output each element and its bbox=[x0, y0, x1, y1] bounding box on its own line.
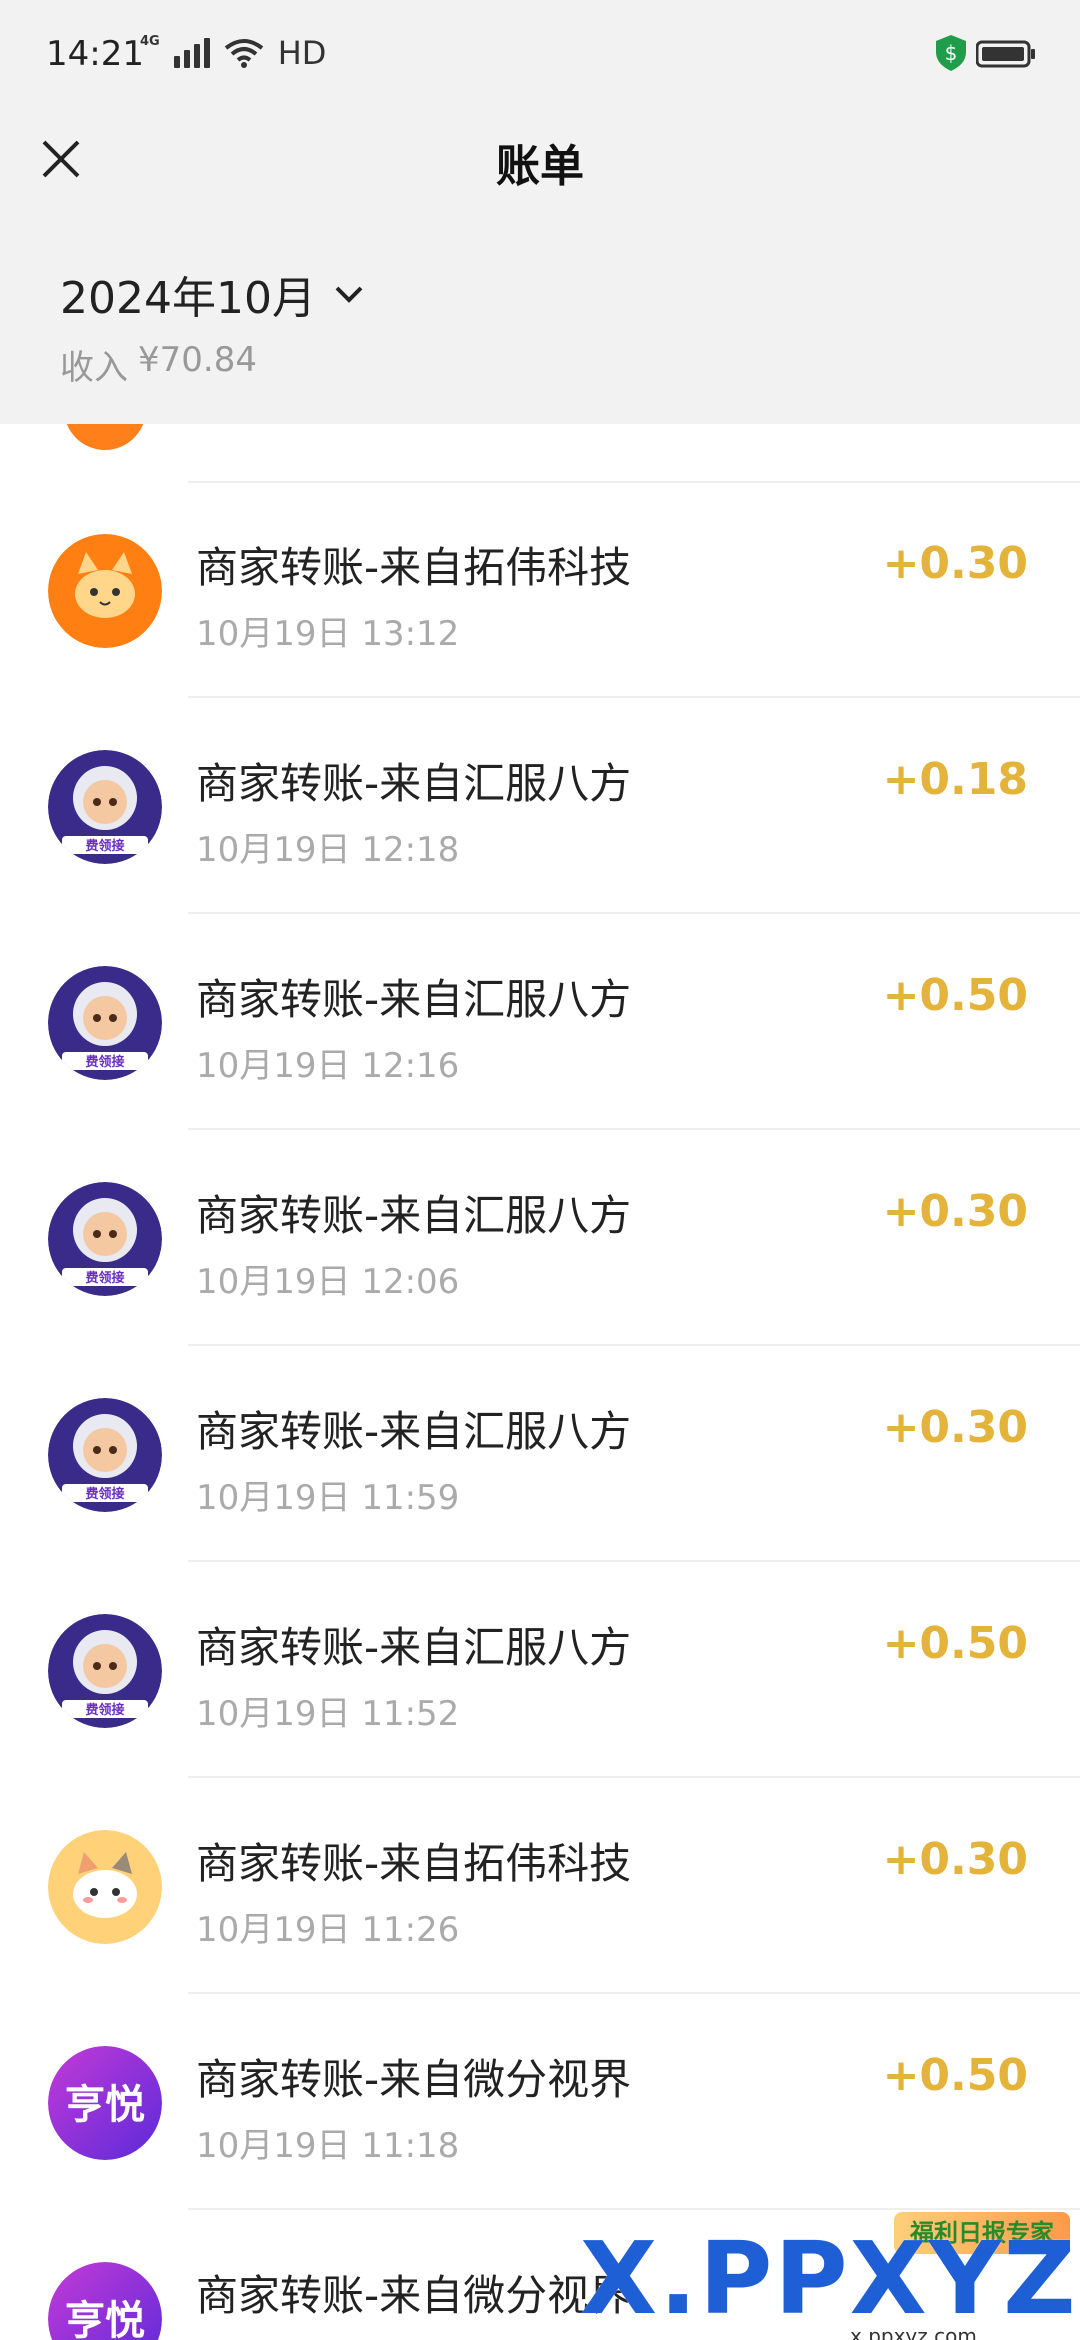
transaction-amount: +0.30 bbox=[882, 1834, 1028, 1885]
astronaut-avatar: 费领接 bbox=[48, 966, 162, 1080]
status-bar: 14:21 4G HD $ bbox=[0, 0, 1080, 108]
transaction-title: 商家转账-来自汇服八方 bbox=[196, 1623, 632, 1672]
income-label: 收入 bbox=[60, 348, 128, 388]
svg-text:费领接: 费领接 bbox=[85, 1486, 124, 1502]
month-summary: 2024年10月 收入 ¥70.84 bbox=[0, 212, 1080, 424]
bill-page: 14:21 4G HD $ 账单 2024年10月 收入 ¥70.84 商家转账… bbox=[0, 0, 1080, 2340]
hd-indicator: HD bbox=[277, 34, 327, 72]
transaction-title: 商家转账-来自汇服八方 bbox=[196, 759, 632, 808]
astronaut-avatar: 费领接 bbox=[48, 750, 162, 864]
transaction-amount: +0.50 bbox=[882, 1618, 1028, 1669]
transaction-title: 商家转账-来自微分视界 bbox=[196, 2271, 632, 2320]
transaction-title: 商家转账-来自拓伟科技 bbox=[196, 1839, 632, 1888]
svg-text:费领接: 费领接 bbox=[85, 1054, 124, 1070]
transaction-amount: +0.18 bbox=[882, 754, 1028, 805]
hengyue-avatar: 亨悦 bbox=[48, 2262, 162, 2340]
month-label: 2024年10月 bbox=[60, 273, 316, 324]
transaction-time: 10月19日 13:12 bbox=[196, 614, 460, 654]
svg-text:费领接: 费领接 bbox=[85, 1270, 124, 1286]
astronaut-avatar: 费领接 bbox=[48, 1182, 162, 1296]
list-item[interactable]: 亨悦 商家转账-来自微分视界 bbox=[0, 2210, 1080, 2340]
transaction-title: 商家转账-来自拓伟科技 bbox=[196, 543, 632, 592]
svg-text:费领接: 费领接 bbox=[85, 838, 124, 854]
list-item[interactable]: 亨悦 商家转账-来自微分视界 10月19日 11:18 +0.50 bbox=[0, 1994, 1080, 2210]
page-title: 账单 bbox=[496, 141, 584, 192]
list-item[interactable]: 费领接 商家转账-来自汇服八方 10月19日 12:18 +0.18 bbox=[0, 698, 1080, 914]
list-item[interactable]: 费领接 商家转账-来自汇服八方 10月19日 11:52 +0.50 bbox=[0, 1562, 1080, 1778]
transaction-title: 商家转账-来自汇服八方 bbox=[196, 975, 632, 1024]
svg-text:费领接: 费领接 bbox=[85, 1702, 124, 1718]
transaction-time: 10月19日 11:52 bbox=[196, 1694, 460, 1734]
transaction-title: 商家转账-来自汇服八方 bbox=[196, 1407, 632, 1456]
transaction-title: 商家转账-来自汇服八方 bbox=[196, 1191, 632, 1240]
transaction-time: 10月19日 12:16 bbox=[196, 1046, 460, 1086]
transaction-list[interactable]: 商家转账-来自拓伟科技 10月19日 13:12 +0.30 费领接 商家转账-… bbox=[0, 424, 1080, 2340]
avatar bbox=[64, 424, 146, 450]
transaction-time: 10月19日 12:18 bbox=[196, 830, 460, 870]
list-item[interactable]: 费领接 商家转账-来自汇服八方 10月19日 12:06 +0.30 bbox=[0, 1130, 1080, 1346]
yellow-cat-avatar bbox=[48, 1830, 162, 1944]
status-icons: 4G HD bbox=[140, 33, 327, 73]
transaction-amount: +0.30 bbox=[882, 1402, 1028, 1453]
signal-icon bbox=[173, 38, 210, 68]
security-shield-icon: $ bbox=[936, 35, 966, 71]
list-item[interactable]: 商家转账-来自拓伟科技 10月19日 11:26 +0.30 bbox=[0, 1778, 1080, 1994]
hengyue-avatar: 亨悦 bbox=[48, 2046, 162, 2160]
wifi-icon bbox=[224, 39, 263, 68]
transaction-time: 10月19日 11:26 bbox=[196, 1910, 460, 1950]
svg-text:亨悦: 亨悦 bbox=[65, 2082, 145, 2128]
income-summary: 收入 ¥70.84 bbox=[60, 340, 257, 389]
transaction-time: 10月19日 11:18 bbox=[196, 2126, 460, 2166]
chevron-down-icon bbox=[335, 286, 363, 303]
header-bar: 账单 bbox=[0, 108, 1080, 212]
transaction-amount: +0.30 bbox=[882, 538, 1028, 589]
transaction-time: 10月19日 12:06 bbox=[196, 1262, 460, 1302]
list-item[interactable]: 商家转账-来自拓伟科技 10月19日 13:12 +0.30 bbox=[0, 482, 1080, 698]
list-item-partial[interactable] bbox=[0, 424, 1080, 483]
status-time: 14:21 bbox=[46, 34, 144, 74]
orange-cat-avatar bbox=[48, 534, 162, 648]
list-item[interactable]: 费领接 商家转账-来自汇服八方 10月19日 12:16 +0.50 bbox=[0, 914, 1080, 1130]
transaction-title: 商家转账-来自微分视界 bbox=[196, 2055, 632, 2104]
transaction-amount: +0.50 bbox=[882, 2050, 1028, 2101]
income-value: ¥70.84 bbox=[138, 340, 257, 380]
transaction-time: 10月19日 11:59 bbox=[196, 1478, 460, 1518]
svg-text:$: $ bbox=[945, 41, 958, 65]
svg-text:亨悦: 亨悦 bbox=[65, 2298, 145, 2340]
network-type: 4G bbox=[140, 33, 160, 49]
transaction-amount: +0.50 bbox=[882, 970, 1028, 1021]
list-item[interactable]: 费领接 商家转账-来自汇服八方 10月19日 11:59 +0.30 bbox=[0, 1346, 1080, 1562]
month-selector[interactable]: 2024年10月 bbox=[60, 262, 366, 326]
transaction-amount: +0.30 bbox=[882, 1186, 1028, 1237]
battery-icon bbox=[976, 40, 1035, 68]
astronaut-avatar: 费领接 bbox=[48, 1398, 162, 1512]
astronaut-avatar: 费领接 bbox=[48, 1614, 162, 1728]
